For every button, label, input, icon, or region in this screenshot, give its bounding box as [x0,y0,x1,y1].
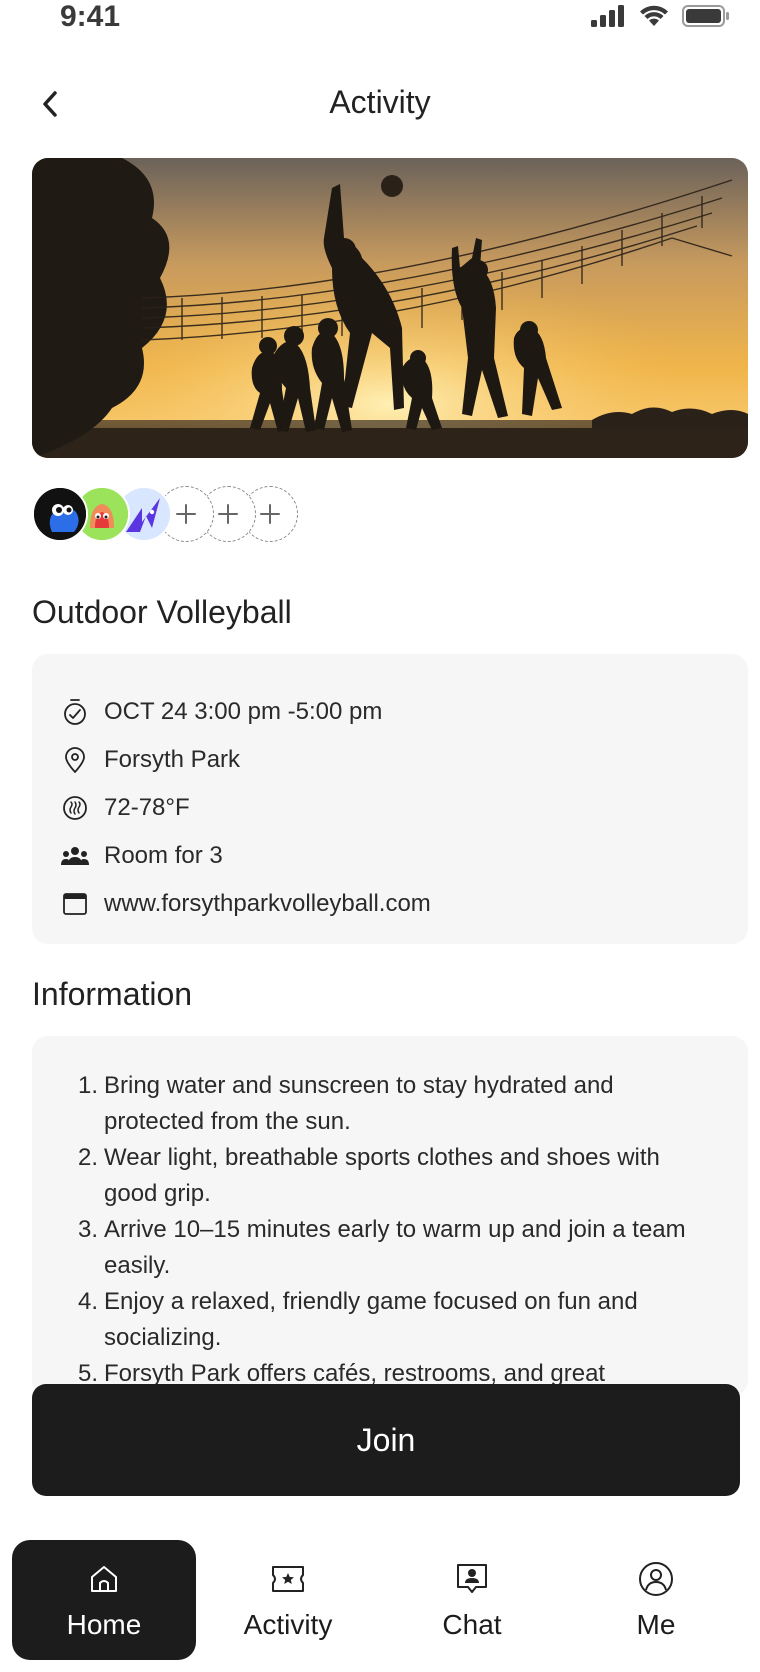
group-icon [60,841,90,871]
list-item-text: Enjoy a relaxed, friendly game focused o… [104,1288,638,1351]
list-item: 1. Bring water and sunscreen to stay hyd… [72,1068,708,1140]
list-item-text: Arrive 10–15 minutes early to warm up an… [104,1216,686,1279]
user-circle-icon [638,1559,674,1599]
nav-label: Chat [442,1609,502,1640]
detail-row-temperature: 72-78°F [60,784,720,832]
status-time: 9:41 [60,0,121,33]
event-location: Forsyth Park [104,746,241,773]
home-icon [88,1559,120,1599]
detail-row-capacity: Room for 3 [60,832,720,880]
page-title: Activity [329,84,431,120]
list-item-text: Bring water and sunscreen to stay hydrat… [104,1072,614,1135]
event-title: Outdoor Volleyball [32,594,292,630]
list-item: 2. Wear light, breathable sports clothes… [72,1140,708,1212]
detail-row-time: OCT 24 3:00 pm -5:00 pm [60,688,720,736]
detail-row-location[interactable]: Forsyth Park [60,736,720,784]
battery-icon [682,5,729,27]
browser-window-icon [60,889,90,919]
information-card[interactable]: 1. Bring water and sunscreen to stay hyd… [32,1036,748,1396]
join-button[interactable]: Join [32,1384,740,1496]
list-item-number: 2. [77,1144,98,1171]
event-details-card: OCT 24 3:00 pm -5:00 pm Forsyth Park 72-… [32,654,748,944]
event-time: OCT 24 3:00 pm -5:00 pm [104,698,383,725]
list-item-number: 1. [77,1072,98,1099]
event-capacity: Room for 3 [104,842,223,869]
nav-label: Me [636,1609,676,1640]
plus-icon [176,504,196,524]
detail-row-website[interactable]: www.forsythparkvolleyball.com [60,880,720,928]
event-website-link[interactable]: www.forsythparkvolleyball.com [104,890,431,918]
wifi-icon [640,5,668,26]
event-temperature: 72-78°F [104,794,190,821]
nav-item-activity[interactable]: Activity [196,1540,380,1660]
list-item: 3. Arrive 10–15 minutes early to warm up… [72,1212,708,1284]
ticket-star-icon [270,1559,306,1599]
bottom-nav: Home Activity Chat Me [0,1536,760,1672]
nav-item-home[interactable]: Home [12,1540,196,1660]
list-item-text: Wear light, breathable sports clothes an… [104,1144,660,1207]
chat-profile-icon [455,1559,489,1599]
nav-label: Home [66,1609,142,1640]
nav-label: Activity [243,1609,333,1640]
location-pin-icon [60,745,90,775]
information-title: Information [32,976,193,1012]
list-item: 4. Enjoy a relaxed, friendly game focuse… [72,1284,708,1356]
timer-icon [60,697,90,727]
list-item-number: 4. [77,1288,98,1315]
plus-icon [218,504,238,524]
avatar[interactable] [32,486,88,542]
participant-avatars [32,486,298,542]
temperature-icon [60,793,90,823]
status-icons [590,4,730,28]
nav-item-chat[interactable]: Chat [380,1540,564,1660]
signal-icon [591,5,624,27]
nav-item-me[interactable]: Me [564,1540,748,1660]
status-bar: 9:41 [0,0,760,44]
list-item-number: 3. [77,1216,98,1243]
header: Activity [0,70,760,140]
activity-hero-image [32,158,748,458]
plus-icon [260,504,280,524]
information-list: 1. Bring water and sunscreen to stay hyd… [72,1068,708,1392]
